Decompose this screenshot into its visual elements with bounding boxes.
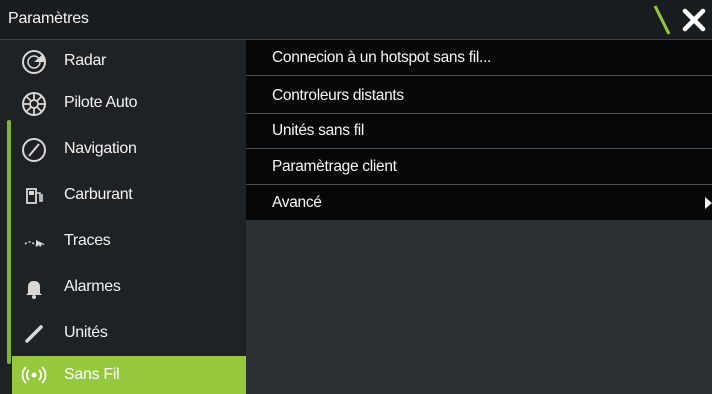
sidebar-item-navigation[interactable]: Navigation	[0, 128, 246, 172]
sidebar-item-label: Unités	[64, 324, 108, 341]
submenu-arrow-icon	[705, 197, 712, 209]
radar-icon	[22, 50, 46, 74]
wireless-submenu: Connecion à un hotspot sans fil... Contr…	[246, 40, 712, 221]
sidebar-item-radar[interactable]: Radar	[0, 40, 246, 84]
close-icon[interactable]	[680, 6, 708, 34]
menu-item-label: Unités sans fil	[272, 122, 364, 139]
sidebar-item-unites[interactable]: Unités	[0, 312, 246, 356]
track-icon	[24, 240, 45, 247]
menu-item-advanced[interactable]: Avancé	[246, 185, 712, 221]
sidebar-item-label: Sans Fil	[64, 366, 120, 383]
sidebar-item-label: Radar	[64, 52, 107, 69]
sidebar-item-carburant[interactable]: Carburant	[0, 174, 246, 218]
sidebar-item-label: Traces	[64, 232, 111, 249]
menu-item-label: Controleurs distants	[272, 87, 404, 104]
sidebar-item-traces[interactable]: Traces	[0, 220, 246, 264]
sidebar-item-label: Alarmes	[64, 278, 121, 295]
content-area	[246, 220, 712, 394]
settings-sidebar: Radar Pilote Auto Navigation Carburant T…	[0, 40, 246, 394]
page-title: Paramètres	[8, 10, 89, 27]
ruler-icon	[25, 325, 43, 343]
title-bar: Paramètres	[0, 0, 712, 40]
menu-item-label: Paramètrage client	[272, 158, 397, 175]
wireless-icon	[21, 366, 47, 384]
green-slash-icon	[653, 5, 671, 35]
helm-wheel-icon	[22, 92, 46, 116]
menu-item-client-setup[interactable]: Paramètrage client	[246, 149, 712, 185]
menu-item-label: Connecion à un hotspot sans fil...	[272, 49, 492, 66]
sidebar-item-label: Navigation	[64, 140, 137, 157]
fuel-pump-icon	[26, 188, 43, 204]
compass-icon	[22, 138, 46, 162]
bell-icon	[26, 281, 42, 299]
sidebar-item-label: Carburant	[64, 186, 133, 203]
menu-item-wireless-devices[interactable]: Unités sans fil	[246, 113, 712, 149]
sidebar-item-alarmes[interactable]: Alarmes	[0, 266, 246, 310]
menu-item-remote-controllers[interactable]: Controleurs distants	[246, 78, 712, 114]
sidebar-item-pilote-auto[interactable]: Pilote Auto	[0, 82, 246, 126]
menu-item-hotspot[interactable]: Connecion à un hotspot sans fil...	[246, 40, 712, 76]
sidebar-item-label: Pilote Auto	[64, 94, 138, 111]
sidebar-item-sans-fil[interactable]: Sans Fil	[12, 356, 246, 394]
menu-item-label: Avancé	[272, 194, 322, 211]
